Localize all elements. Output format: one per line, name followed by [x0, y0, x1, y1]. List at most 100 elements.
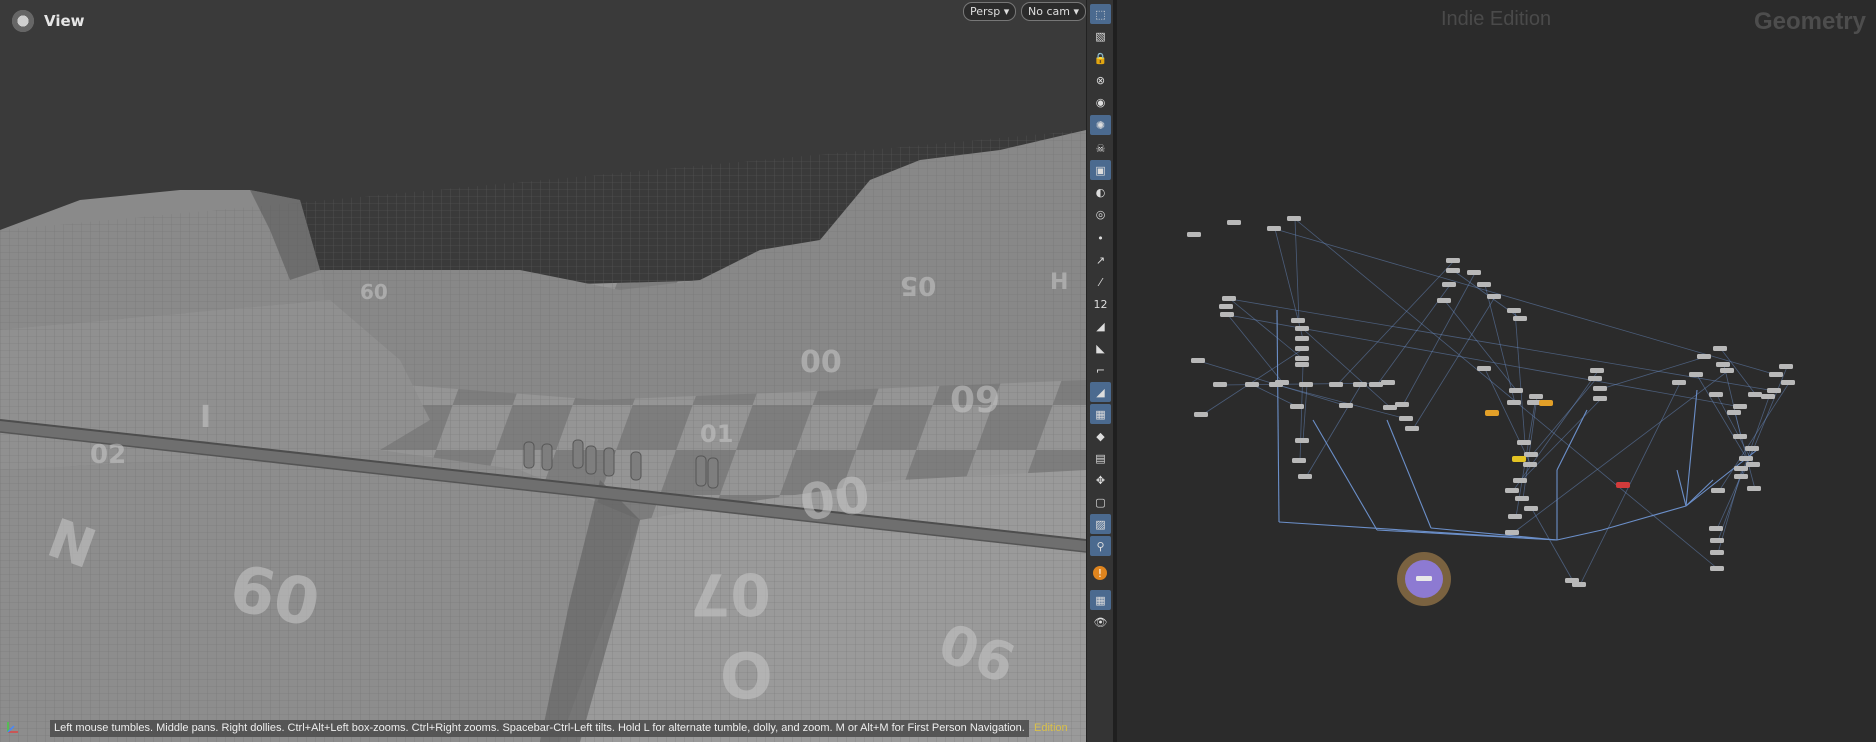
- flagged-node[interactable]: [1616, 482, 1630, 488]
- node[interactable]: [1781, 380, 1795, 385]
- node[interactable]: [1590, 368, 1604, 373]
- node[interactable]: [1295, 362, 1309, 367]
- node[interactable]: [1369, 382, 1383, 387]
- node[interactable]: [1769, 372, 1783, 377]
- node[interactable]: [1295, 336, 1309, 341]
- node[interactable]: [1508, 514, 1522, 519]
- camera-dropdown[interactable]: No cam ▾: [1021, 2, 1086, 21]
- node[interactable]: [1295, 438, 1309, 443]
- node[interactable]: [1507, 400, 1521, 405]
- node[interactable]: [1287, 216, 1301, 221]
- node[interactable]: [1191, 358, 1205, 363]
- display-options-icon[interactable]: ▧: [1090, 26, 1111, 46]
- node[interactable]: [1727, 410, 1741, 415]
- node[interactable]: [1467, 270, 1481, 275]
- warning-icon[interactable]: !: [1093, 566, 1107, 580]
- node[interactable]: [1269, 382, 1283, 387]
- lock-icon[interactable]: 🔒: [1090, 48, 1111, 68]
- node[interactable]: [1227, 220, 1241, 225]
- ghost-icon[interactable]: ☠: [1090, 138, 1111, 158]
- node[interactable]: [1509, 388, 1523, 393]
- node[interactable]: [1298, 474, 1312, 479]
- handle-icon[interactable]: ✥: [1090, 470, 1111, 490]
- node[interactable]: [1524, 506, 1538, 511]
- background-icon[interactable]: ▣: [1090, 160, 1111, 180]
- node[interactable]: [1711, 488, 1725, 493]
- node[interactable]: [1747, 486, 1761, 491]
- node[interactable]: [1746, 462, 1760, 467]
- node[interactable]: [1405, 426, 1419, 431]
- node[interactable]: [1713, 346, 1727, 351]
- light-icon[interactable]: ✺: [1090, 115, 1111, 135]
- node[interactable]: [1222, 296, 1236, 301]
- node[interactable]: [1734, 474, 1748, 479]
- node[interactable]: [1381, 380, 1395, 385]
- node[interactable]: [1517, 440, 1531, 445]
- node[interactable]: [1477, 282, 1491, 287]
- node[interactable]: [1446, 268, 1460, 273]
- node[interactable]: [1720, 368, 1734, 373]
- node[interactable]: [1748, 392, 1762, 397]
- node[interactable]: [1523, 462, 1537, 467]
- render-icon[interactable]: ◎: [1090, 204, 1111, 224]
- node[interactable]: [1220, 312, 1234, 317]
- node[interactable]: [1761, 394, 1775, 399]
- node[interactable]: [1290, 404, 1304, 409]
- node[interactable]: [1588, 376, 1602, 381]
- node[interactable]: [1507, 308, 1521, 313]
- node[interactable]: [1710, 550, 1724, 555]
- node[interactable]: [1739, 456, 1753, 461]
- guide-icon[interactable]: ◆: [1090, 426, 1111, 446]
- node[interactable]: [1295, 346, 1309, 351]
- node[interactable]: [1515, 496, 1529, 501]
- node[interactable]: [1292, 458, 1306, 463]
- node[interactable]: [1733, 404, 1747, 409]
- node[interactable]: [1446, 258, 1460, 263]
- node[interactable]: [1572, 582, 1586, 587]
- primitive-icon[interactable]: ◢: [1090, 316, 1111, 336]
- point-icon[interactable]: •: [1090, 228, 1111, 248]
- scene-viewport[interactable]: 60 00 07 90 N I 09 02 01 00 05 H O 60 Vi…: [0, 0, 1086, 742]
- node[interactable]: [1245, 382, 1259, 387]
- node[interactable]: [1513, 478, 1527, 483]
- node[interactable]: [1767, 388, 1781, 393]
- perspective-dropdown[interactable]: Persp ▾: [963, 2, 1017, 21]
- node[interactable]: [1295, 356, 1309, 361]
- edge-icon[interactable]: ⌐: [1090, 360, 1111, 380]
- node[interactable]: [1329, 382, 1343, 387]
- houdini-logo-icon[interactable]: [10, 8, 36, 34]
- node[interactable]: [1383, 405, 1397, 410]
- node[interactable]: [1733, 434, 1747, 439]
- node[interactable]: [1487, 294, 1501, 299]
- node[interactable]: [1399, 416, 1413, 421]
- node[interactable]: [1710, 566, 1724, 571]
- shading-icon[interactable]: ◉: [1090, 92, 1111, 112]
- node[interactable]: [1709, 392, 1723, 397]
- flagged-node[interactable]: [1512, 456, 1526, 462]
- node[interactable]: [1219, 304, 1233, 309]
- node[interactable]: [1194, 412, 1208, 417]
- display-output-node[interactable]: [1397, 552, 1451, 606]
- node[interactable]: [1291, 318, 1305, 323]
- pin-icon[interactable]: ⚲: [1090, 536, 1111, 556]
- primitive-number-icon[interactable]: ◣: [1090, 338, 1111, 358]
- node[interactable]: [1745, 446, 1759, 451]
- network-editor[interactable]: Indie Edition Geometry: [1117, 0, 1876, 742]
- node[interactable]: [1716, 362, 1730, 367]
- map-icon[interactable]: ▤: [1090, 448, 1111, 468]
- node[interactable]: [1513, 316, 1527, 321]
- snap-icon[interactable]: ◢: [1090, 382, 1111, 402]
- eye-icon[interactable]: 👁: [1090, 612, 1111, 632]
- flagged-node[interactable]: [1485, 410, 1499, 416]
- node[interactable]: [1593, 386, 1607, 391]
- node[interactable]: [1697, 354, 1711, 359]
- node[interactable]: [1505, 488, 1519, 493]
- node[interactable]: [1672, 380, 1686, 385]
- node[interactable]: [1339, 403, 1353, 408]
- node[interactable]: [1689, 372, 1703, 377]
- node[interactable]: [1524, 452, 1538, 457]
- node[interactable]: [1395, 402, 1409, 407]
- node[interactable]: [1710, 538, 1724, 543]
- node[interactable]: [1529, 394, 1543, 399]
- camera-view-icon[interactable]: ▨: [1090, 514, 1111, 534]
